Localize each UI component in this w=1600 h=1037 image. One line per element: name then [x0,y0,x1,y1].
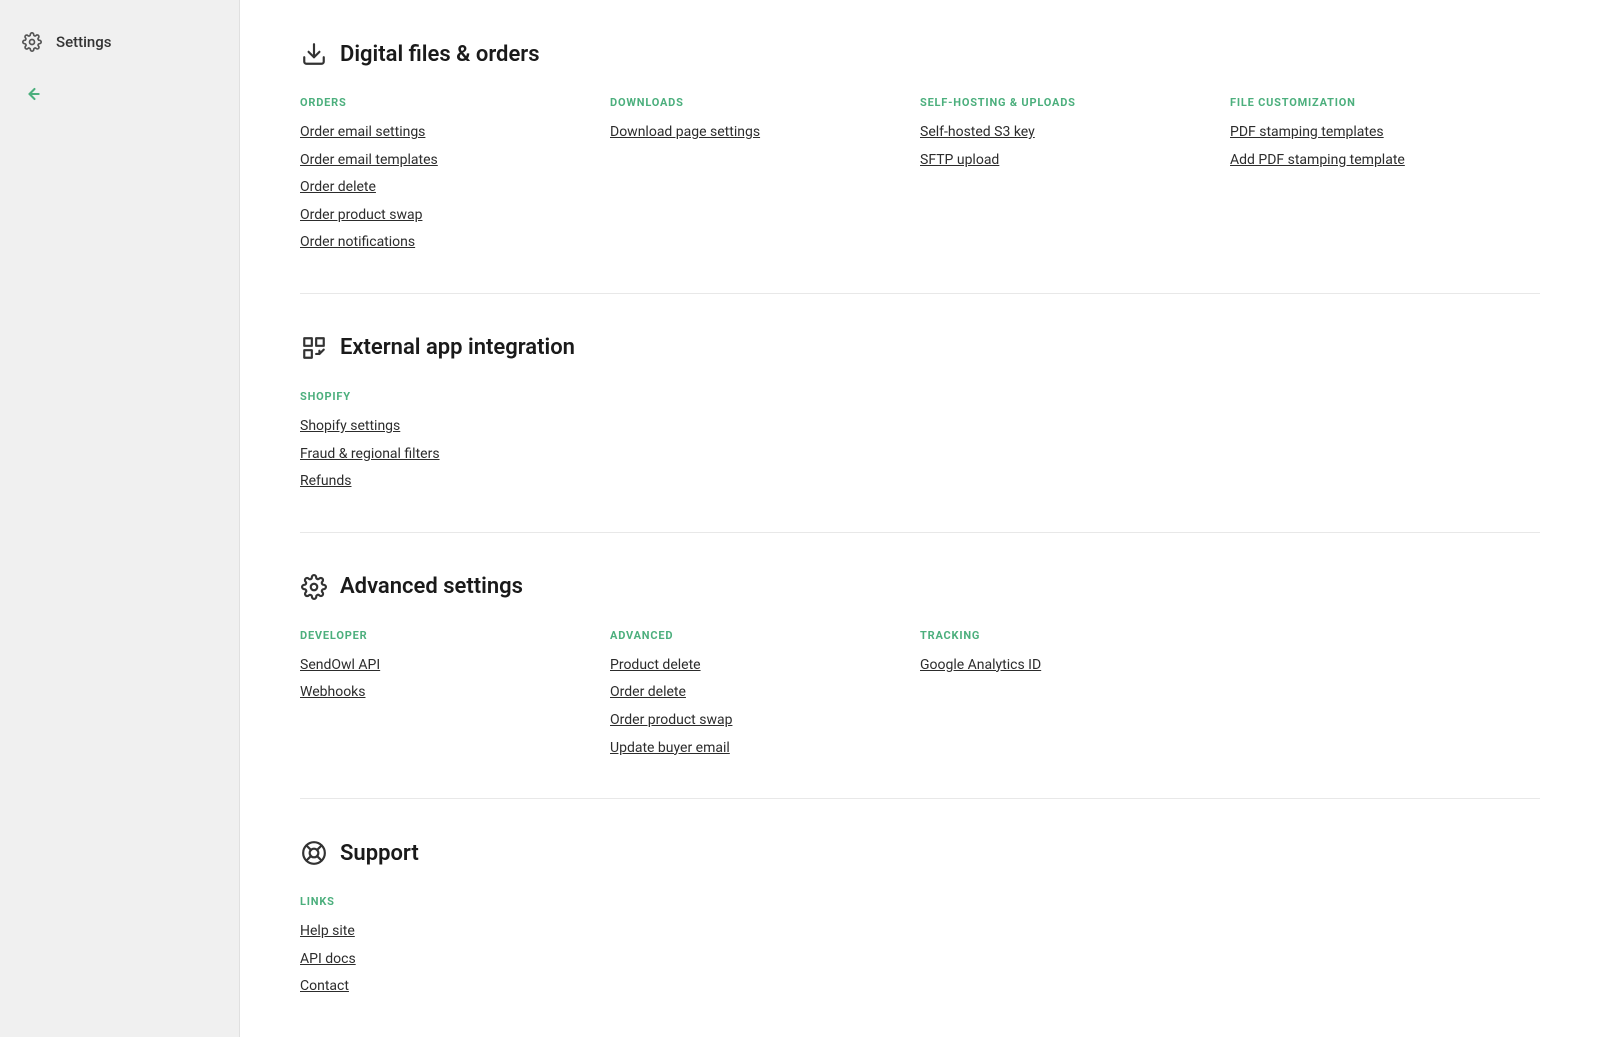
link-fraud-regional-filters[interactable]: Fraud & regional filters [300,445,610,465]
link-order-product-swap[interactable]: Order product swap [300,206,610,226]
downloads-links: Download page settings [610,123,920,143]
support-links-column: LINKS Help site API docs Contact [300,895,610,997]
support-columns: LINKS Help site API docs Contact [300,895,1540,997]
self-hosting-header: SELF-HOSTING & UPLOADS [920,96,1230,109]
empty-col-6 [920,895,1230,997]
developer-links: SendOwl API Webhooks [300,656,610,703]
advanced-settings-heading: Advanced settings [340,574,523,599]
support-heading: Support [340,841,419,866]
link-pdf-stamping-templates[interactable]: PDF stamping templates [1230,123,1540,143]
link-product-delete[interactable]: Product delete [610,656,920,676]
link-help-site[interactable]: Help site [300,922,610,942]
link-order-email-settings[interactable]: Order email settings [300,123,610,143]
empty-col-4 [1230,629,1540,758]
self-hosting-column: SELF-HOSTING & UPLOADS Self-hosted S3 ke… [920,96,1230,253]
advanced-column: ADVANCED Product delete Order delete Ord… [610,629,920,758]
downloads-header: DOWNLOADS [610,96,920,109]
main-content: Digital files & orders ORDERS Order emai… [240,0,1600,1037]
orders-column: ORDERS Order email settings Order email … [300,96,610,253]
developer-column: DEVELOPER SendOwl API Webhooks [300,629,610,758]
advanced-links: Product delete Order delete Order produc… [610,656,920,758]
gear-icon [20,30,44,54]
link-sftp-upload[interactable]: SFTP upload [920,151,1230,171]
shopify-column: SHOPIFY Shopify settings Fraud & regiona… [300,390,610,492]
section-external-app: External app integration SHOPIFY Shopify… [300,294,1540,533]
tracking-links: Google Analytics ID [920,656,1230,676]
link-api-docs[interactable]: API docs [300,950,610,970]
digital-files-columns: ORDERS Order email settings Order email … [300,96,1540,253]
empty-col-7 [1230,895,1540,997]
digital-files-heading: Digital files & orders [340,42,540,67]
shopify-header: SHOPIFY [300,390,610,403]
link-contact[interactable]: Contact [300,977,610,997]
advanced-header: ADVANCED [610,629,920,642]
empty-col-1 [610,390,920,492]
section-support: Support LINKS Help site API docs Contact [300,799,1540,1037]
sidebar-item-back[interactable] [0,72,239,116]
file-customization-column: FILE CUSTOMIZATION PDF stamping template… [1230,96,1540,253]
support-links-header: LINKS [300,895,610,908]
support-links: Help site API docs Contact [300,922,610,997]
external-app-columns: SHOPIFY Shopify settings Fraud & regiona… [300,390,1540,492]
link-self-hosted-s3[interactable]: Self-hosted S3 key [920,123,1230,143]
support-icon [300,839,328,867]
downloads-column: DOWNLOADS Download page settings [610,96,920,253]
link-update-buyer-email[interactable]: Update buyer email [610,739,920,759]
link-add-pdf-stamping-template[interactable]: Add PDF stamping template [1230,151,1540,171]
sidebar-item-settings[interactable]: Settings [0,20,239,64]
section-advanced-settings: Advanced settings DEVELOPER SendOwl API … [300,533,1540,799]
link-webhooks[interactable]: Webhooks [300,683,610,703]
section-external-app-title: External app integration [300,334,1540,362]
advanced-settings-columns: DEVELOPER SendOwl API Webhooks ADVANCED … [300,629,1540,758]
download-icon [300,40,328,68]
file-customization-header: FILE CUSTOMIZATION [1230,96,1540,109]
link-shopify-settings[interactable]: Shopify settings [300,417,610,437]
link-adv-order-delete[interactable]: Order delete [610,683,920,703]
tracking-header: TRACKING [920,629,1230,642]
link-google-analytics-id[interactable]: Google Analytics ID [920,656,1230,676]
link-download-page-settings[interactable]: Download page settings [610,123,920,143]
section-digital-files: Digital files & orders ORDERS Order emai… [300,0,1540,294]
orders-links: Order email settings Order email templat… [300,123,610,253]
section-support-title: Support [300,839,1540,867]
empty-col-3 [1230,390,1540,492]
self-hosting-links: Self-hosted S3 key SFTP upload [920,123,1230,170]
integration-icon [300,334,328,362]
orders-header: ORDERS [300,96,610,109]
tracking-column: TRACKING Google Analytics ID [920,629,1230,758]
file-customization-links: PDF stamping templates Add PDF stamping … [1230,123,1540,170]
arrow-left-icon [20,82,44,106]
link-order-notifications[interactable]: Order notifications [300,233,610,253]
developer-header: DEVELOPER [300,629,610,642]
gear-advanced-icon [300,573,328,601]
link-order-delete[interactable]: Order delete [300,178,610,198]
shopify-links: Shopify settings Fraud & regional filter… [300,417,610,492]
section-digital-files-title: Digital files & orders [300,40,1540,68]
section-advanced-title: Advanced settings [300,573,1540,601]
sidebar: Settings [0,0,240,1037]
link-refunds[interactable]: Refunds [300,472,610,492]
empty-col-5 [610,895,920,997]
empty-col-2 [920,390,1230,492]
link-sendowl-api[interactable]: SendOwl API [300,656,610,676]
sidebar-settings-label: Settings [56,33,112,51]
link-order-email-templates[interactable]: Order email templates [300,151,610,171]
link-adv-order-product-swap[interactable]: Order product swap [610,711,920,731]
external-app-heading: External app integration [340,335,575,360]
